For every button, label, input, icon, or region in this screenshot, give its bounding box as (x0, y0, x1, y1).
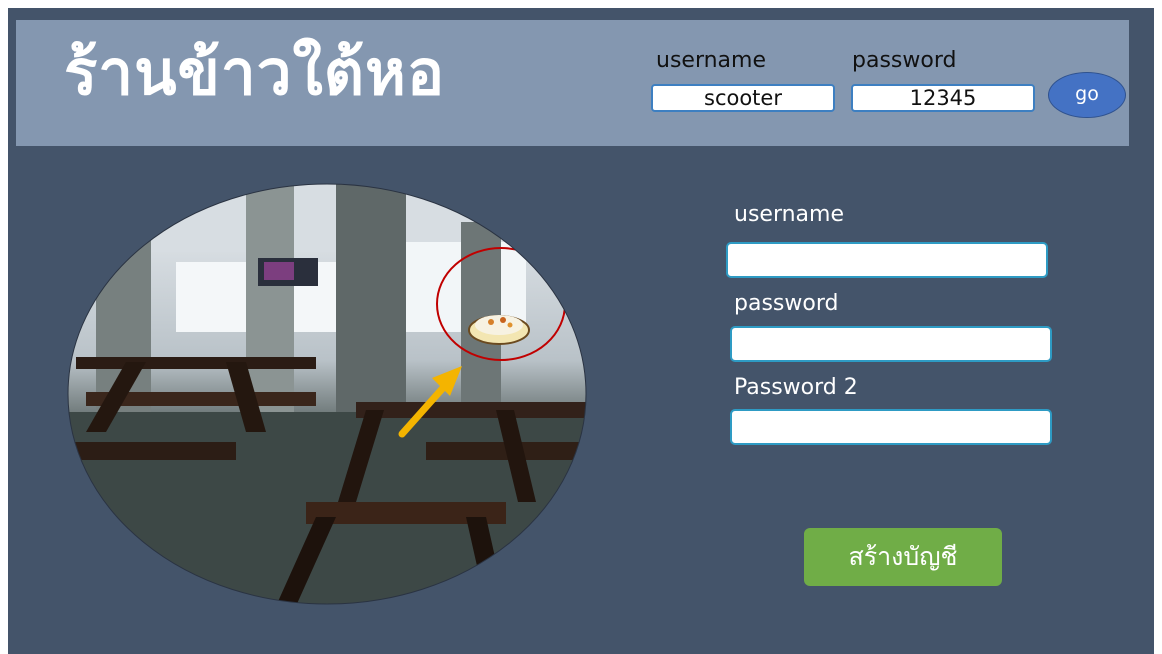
login-password-field[interactable]: 12345 (851, 84, 1035, 112)
register-password2-input[interactable] (730, 409, 1052, 445)
create-account-button[interactable]: สร้างบัญชี (804, 528, 1002, 586)
header-bar: ร้านข้าวใต้หอ username password scooter … (16, 20, 1129, 146)
register-password2-label: Password 2 (734, 375, 858, 400)
register-username-input[interactable] (726, 242, 1048, 278)
shop-title: ร้านข้าวใต้หอ (64, 36, 446, 109)
login-username-field[interactable]: scooter (651, 84, 835, 112)
register-password-label: password (734, 291, 839, 316)
go-button[interactable]: go (1048, 72, 1126, 118)
rice-plate-icon (468, 315, 530, 345)
register-password-input[interactable] (730, 326, 1052, 362)
login-password-label: password (852, 48, 957, 73)
login-username-label: username (656, 48, 766, 73)
page-canvas: ร้านข้าวใต้หอ username password scooter … (8, 8, 1154, 654)
register-username-label: username (734, 202, 844, 227)
canteen-photo (66, 182, 588, 606)
